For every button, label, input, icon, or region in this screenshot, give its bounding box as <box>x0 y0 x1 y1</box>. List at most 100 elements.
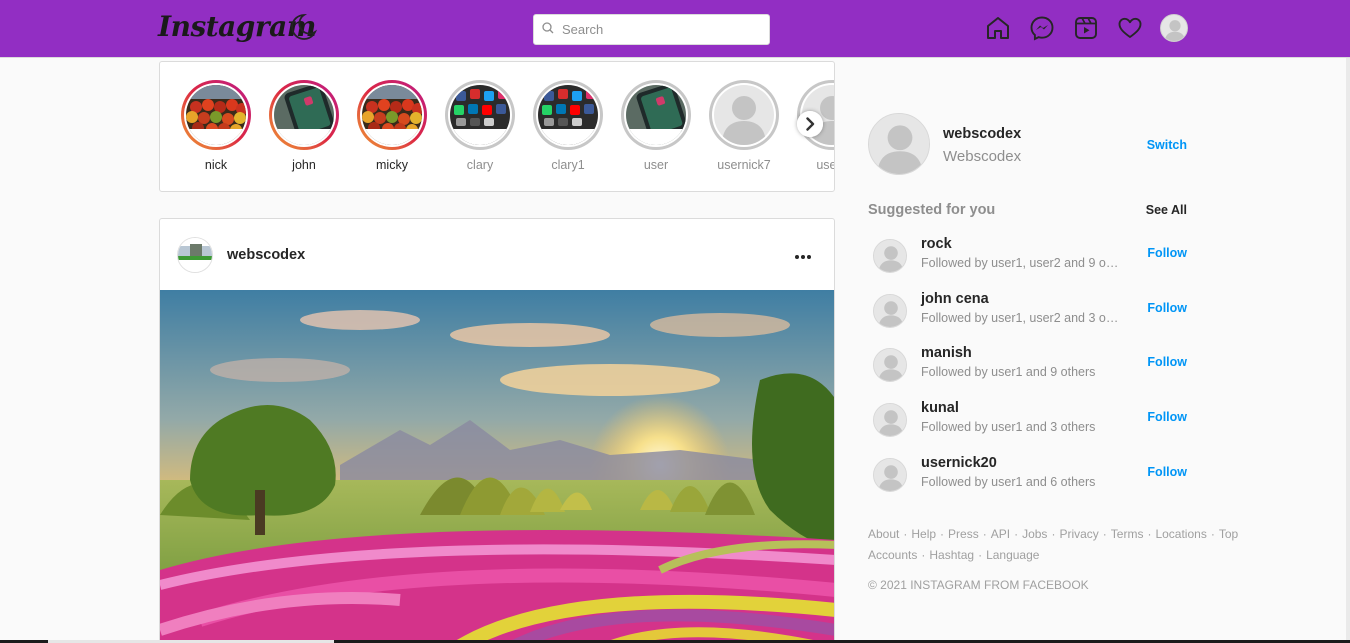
story-item[interactable]: clary1 <box>530 80 606 172</box>
suggestion-avatar[interactable] <box>873 348 907 382</box>
switch-account-button[interactable]: Switch <box>1147 138 1187 152</box>
story-username: user <box>643 158 669 172</box>
story-username: nick <box>204 158 228 172</box>
suggestion-username[interactable]: manish <box>921 345 972 361</box>
story-item[interactable]: clary <box>442 80 518 172</box>
copyright: © 2021 INSTAGRAM FROM FACEBOOK <box>868 578 1089 592</box>
footer-link[interactable]: Terms <box>1111 527 1144 541</box>
story-avatar <box>626 85 686 145</box>
story-username: clary1 <box>551 158 585 172</box>
search-box[interactable] <box>533 14 770 45</box>
search-icon <box>542 21 554 39</box>
current-user-username[interactable]: webscodex <box>943 126 1021 142</box>
footer-separator: · <box>1147 527 1152 541</box>
story-ring[interactable] <box>357 80 427 150</box>
suggestion-avatar[interactable] <box>873 239 907 273</box>
see-all-link[interactable]: See All <box>1146 203 1187 217</box>
current-user-card: webscodex Webscodex Switch <box>868 113 1188 177</box>
suggestion-subtitle: Followed by user1 and 3 others <box>921 420 1096 434</box>
page-scrollbar[interactable] <box>1346 58 1350 640</box>
suggestion-avatar[interactable] <box>873 403 907 437</box>
footer-separator: · <box>1051 527 1056 541</box>
footer-separator: · <box>1102 527 1107 541</box>
suggestion-item: manish Followed by user1 and 9 others Foll… <box>873 345 1188 385</box>
stories-next-arrow-icon[interactable] <box>797 111 823 137</box>
heart-icon[interactable] <box>1116 14 1144 42</box>
nav-icons <box>984 14 1188 42</box>
post-image[interactable] <box>160 290 834 643</box>
footer-link[interactable]: Locations <box>1155 527 1206 541</box>
suggestion-item: kunal Followed by user1 and 3 others Follo… <box>873 400 1188 440</box>
search-input[interactable] <box>562 22 742 37</box>
top-navbar: Instagram <box>0 0 1350 58</box>
footer-separator: · <box>1210 527 1215 541</box>
story-item[interactable]: usernick7 <box>706 80 782 172</box>
footer-link[interactable]: Privacy <box>1059 527 1098 541</box>
story-ring[interactable] <box>533 80 603 150</box>
story-avatar <box>186 85 246 145</box>
story-ring[interactable] <box>269 80 339 150</box>
footer-separator: · <box>940 527 945 541</box>
suggestion-item: rock Followed by user1, user2 and 9 other… <box>873 236 1188 276</box>
suggestion-item: john cena Followed by user1, user2 and 3 … <box>873 291 1188 331</box>
suggestion-item: usernick20 Followed by user1 and 6 others… <box>873 455 1188 495</box>
story-item[interactable]: john <box>266 80 342 172</box>
story-item[interactable]: nick <box>178 80 254 172</box>
stories-tray: nick john micky clary clary1 user usernick7 use… <box>159 61 835 192</box>
dark-mode-moon-icon[interactable] <box>288 12 318 42</box>
messenger-icon[interactable] <box>1028 14 1056 42</box>
follow-button[interactable]: Follow <box>1147 246 1187 260</box>
footer-link[interactable]: About <box>868 527 899 541</box>
current-user-fullname: Webscodex <box>943 148 1022 165</box>
more-options-icon[interactable] <box>794 247 812 265</box>
post-author-avatar[interactable] <box>177 236 213 273</box>
suggestion-username[interactable]: john cena <box>921 291 989 307</box>
footer-separator: · <box>903 527 908 541</box>
suggestion-subtitle: Followed by user1 and 9 others <box>921 365 1096 379</box>
story-username: usern <box>816 158 834 172</box>
suggestion-subtitle: Followed by user1 and 6 others <box>921 475 1096 489</box>
footer-links: About · Help · Press · API · Jobs · Privacy · Terms ·… <box>868 524 1238 566</box>
follow-button[interactable]: Follow <box>1147 465 1187 479</box>
footer-link[interactable]: API <box>991 527 1010 541</box>
footer-link[interactable]: Language <box>986 548 1039 562</box>
story-ring[interactable] <box>621 80 691 150</box>
suggestions-header: Suggested for you See All <box>868 202 1188 218</box>
suggestion-username[interactable]: kunal <box>921 400 959 416</box>
home-icon[interactable] <box>984 14 1012 42</box>
follow-button[interactable]: Follow <box>1147 355 1187 369</box>
post-author-username[interactable]: webscodex <box>227 247 305 263</box>
story-username: clary <box>466 158 494 172</box>
story-ring[interactable] <box>709 80 779 150</box>
story-item[interactable]: micky <box>354 80 430 172</box>
footer-link[interactable]: Jobs <box>1022 527 1047 541</box>
story-item[interactable]: user <box>618 80 694 172</box>
footer-link[interactable]: Help <box>911 527 936 541</box>
footer-link[interactable]: Hashtag <box>929 548 974 562</box>
profile-avatar[interactable] <box>1160 14 1188 42</box>
footer-link[interactable]: Press <box>948 527 979 541</box>
story-avatar <box>450 85 510 145</box>
follow-button[interactable]: Follow <box>1147 301 1187 315</box>
suggestion-username[interactable]: usernick20 <box>921 455 997 471</box>
suggestion-username[interactable]: rock <box>921 236 952 252</box>
story-ring[interactable] <box>445 80 515 150</box>
story-username: usernick7 <box>717 158 771 172</box>
follow-button[interactable]: Follow <box>1147 410 1187 424</box>
footer-separator: · <box>921 548 926 562</box>
suggestion-subtitle: Followed by user1, user2 and 9 others <box>921 256 1121 270</box>
feed-post: webscodex <box>159 218 835 643</box>
footer-separator: · <box>982 527 987 541</box>
suggestions-title: Suggested for you <box>868 202 996 218</box>
footer-separator: · <box>978 548 983 562</box>
story-username: micky <box>376 158 408 172</box>
story-username: john <box>292 158 316 172</box>
story-avatar <box>714 85 774 145</box>
suggestion-avatar[interactable] <box>873 294 907 328</box>
story-ring[interactable] <box>181 80 251 150</box>
current-user-avatar[interactable] <box>868 113 930 175</box>
story-avatar <box>362 85 422 145</box>
reels-icon[interactable] <box>1072 14 1100 42</box>
story-avatar <box>274 85 334 145</box>
suggestion-avatar[interactable] <box>873 458 907 492</box>
